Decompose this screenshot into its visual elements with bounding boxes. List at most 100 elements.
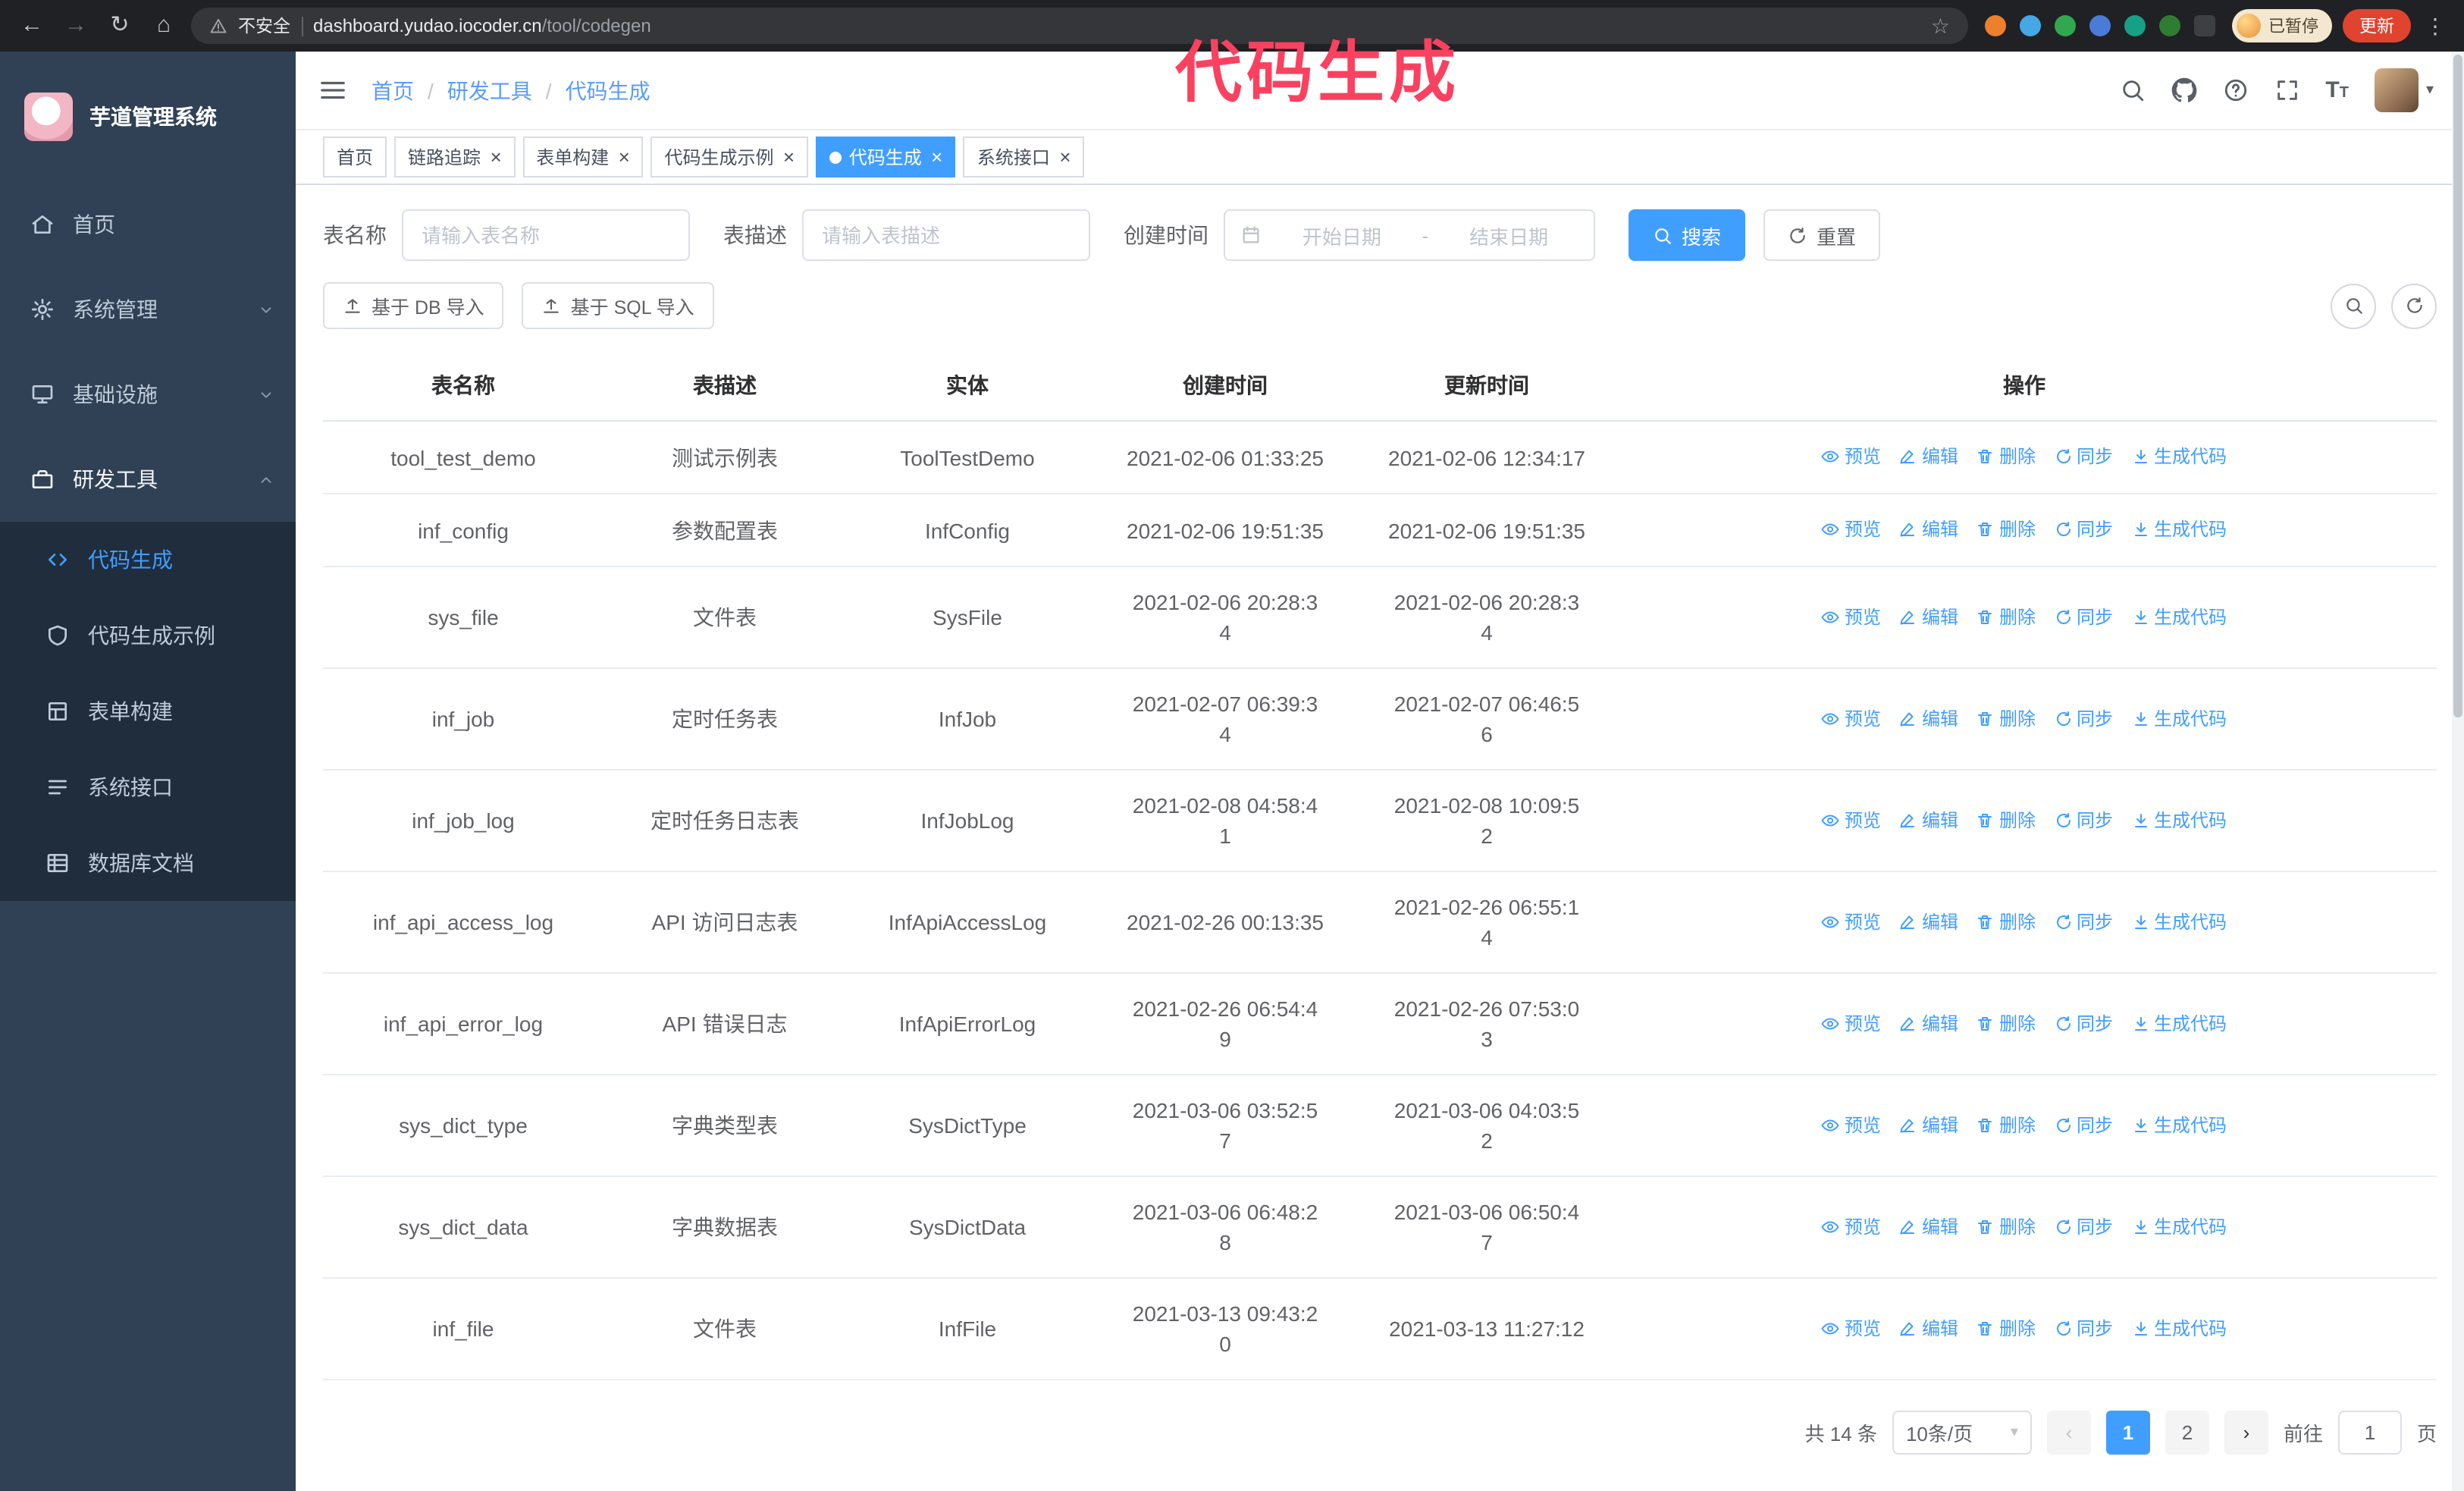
op-delete-link[interactable]: 删除 xyxy=(1977,805,2036,835)
op-sync-link[interactable]: 同步 xyxy=(2054,805,2113,835)
extension-icon[interactable] xyxy=(1985,15,2006,36)
op-generate-link[interactable]: 生成代码 xyxy=(2131,1313,2227,1343)
op-sync-link[interactable]: 同步 xyxy=(2054,906,2113,937)
op-preview-link[interactable]: 预览 xyxy=(1822,906,1881,937)
op-sync-link[interactable]: 同步 xyxy=(2054,514,2113,545)
extension-icon[interactable] xyxy=(2089,15,2111,36)
op-edit-link[interactable]: 编辑 xyxy=(1899,441,1958,472)
op-sync-link[interactable]: 同步 xyxy=(2054,1110,2113,1140)
op-preview-link[interactable]: 预览 xyxy=(1822,1110,1881,1140)
op-generate-link[interactable]: 生成代码 xyxy=(2131,1008,2227,1038)
next-page-button[interactable]: › xyxy=(2224,1411,2268,1455)
op-preview-link[interactable]: 预览 xyxy=(1822,1313,1881,1343)
refresh-table-button[interactable] xyxy=(2391,283,2437,328)
op-delete-link[interactable]: 删除 xyxy=(1977,703,2036,733)
sidebar-subitem-codegen-example[interactable]: 代码生成示例 xyxy=(0,598,296,673)
sidebar-subitem-form-builder[interactable]: 表单构建 xyxy=(0,673,296,749)
op-sync-link[interactable]: 同步 xyxy=(2054,1313,2113,1343)
extension-icon[interactable] xyxy=(2020,15,2041,36)
sidebar-subitem-db-doc[interactable]: 数据库文档 xyxy=(0,825,296,901)
op-generate-link[interactable]: 生成代码 xyxy=(2131,441,2227,472)
browser-menu-icon[interactable]: ⋮ xyxy=(2422,13,2449,39)
app-logo[interactable]: 芋道管理系统 xyxy=(0,52,296,182)
extension-icon[interactable] xyxy=(2055,15,2076,36)
goto-page-input[interactable] xyxy=(2337,1411,2402,1455)
scrollbar-thumb[interactable] xyxy=(2453,55,2462,717)
op-preview-link[interactable]: 预览 xyxy=(1822,441,1881,472)
tag-close-icon[interactable]: × xyxy=(783,147,795,167)
sidebar-item-home[interactable]: 首页 xyxy=(0,182,296,267)
op-sync-link[interactable]: 同步 xyxy=(2054,1211,2113,1241)
extension-icon[interactable] xyxy=(2194,15,2215,36)
fullscreen-icon[interactable] xyxy=(2274,77,2299,103)
import-sql-button[interactable]: 基于 SQL 导入 xyxy=(522,282,714,329)
help-icon[interactable] xyxy=(2222,77,2248,103)
toggle-search-button[interactable] xyxy=(2331,283,2376,328)
tag-close-icon[interactable]: × xyxy=(618,147,629,167)
date-range-picker[interactable]: 开始日期 - 结束日期 xyxy=(1224,209,1595,261)
sidebar-item-system[interactable]: 系统管理 xyxy=(0,267,296,352)
tag-首页[interactable]: 首页 xyxy=(323,137,387,177)
user-avatar[interactable] xyxy=(2374,68,2419,112)
profile-badge[interactable]: 已暂停 xyxy=(2232,9,2332,42)
op-edit-link[interactable]: 编辑 xyxy=(1899,906,1958,937)
op-delete-link[interactable]: 删除 xyxy=(1977,906,2036,937)
tag-close-icon[interactable]: × xyxy=(1059,147,1071,167)
sidebar-item-infra[interactable]: 基础设施 xyxy=(0,352,296,437)
home-button[interactable]: ⌂ xyxy=(147,0,180,52)
op-edit-link[interactable]: 编辑 xyxy=(1899,805,1958,835)
op-sync-link[interactable]: 同步 xyxy=(2054,703,2113,733)
op-edit-link[interactable]: 编辑 xyxy=(1899,1008,1958,1038)
op-preview-link[interactable]: 预览 xyxy=(1822,1008,1881,1038)
op-generate-link[interactable]: 生成代码 xyxy=(2131,703,2227,733)
tag-close-icon[interactable]: × xyxy=(931,147,942,167)
prev-page-button[interactable]: ‹ xyxy=(2046,1411,2091,1455)
extension-icon[interactable] xyxy=(2124,15,2146,36)
forward-button[interactable]: → xyxy=(59,0,92,52)
page-size-select[interactable]: 10条/页 ▾ xyxy=(1892,1411,2032,1455)
op-edit-link[interactable]: 编辑 xyxy=(1899,514,1958,545)
back-button[interactable]: ← xyxy=(15,0,49,52)
breadcrumb-item-devtools[interactable]: 研发工具 xyxy=(447,75,532,105)
op-edit-link[interactable]: 编辑 xyxy=(1899,703,1958,733)
bookmark-star-icon[interactable]: ☆ xyxy=(1931,13,1950,39)
op-delete-link[interactable]: 删除 xyxy=(1977,514,2036,545)
op-generate-link[interactable]: 生成代码 xyxy=(2131,1211,2227,1241)
search-icon[interactable] xyxy=(2119,77,2145,103)
address-bar[interactable]: 不安全 dashboard.yudao.iocoder.cn/tool/code… xyxy=(191,8,1968,44)
reset-button[interactable]: 重置 xyxy=(1763,209,1881,261)
op-delete-link[interactable]: 删除 xyxy=(1977,1313,2036,1343)
op-delete-link[interactable]: 删除 xyxy=(1977,601,2036,632)
tag-代码生成[interactable]: 代码生成 × xyxy=(815,137,956,177)
page-scrollbar[interactable] xyxy=(2452,52,2464,1491)
op-delete-link[interactable]: 删除 xyxy=(1977,1110,2036,1140)
import-db-button[interactable]: 基于 DB 导入 xyxy=(323,282,504,329)
table-name-input[interactable] xyxy=(402,209,690,261)
fontsize-icon[interactable]: TT xyxy=(2325,77,2349,103)
op-generate-link[interactable]: 生成代码 xyxy=(2131,601,2227,632)
op-edit-link[interactable]: 编辑 xyxy=(1899,601,1958,632)
op-preview-link[interactable]: 预览 xyxy=(1822,514,1881,545)
user-menu[interactable]: ▾ xyxy=(2374,68,2434,112)
op-generate-link[interactable]: 生成代码 xyxy=(2131,1110,2227,1140)
op-sync-link[interactable]: 同步 xyxy=(2054,601,2113,632)
page-button-2[interactable]: 2 xyxy=(2165,1411,2209,1455)
op-preview-link[interactable]: 预览 xyxy=(1822,805,1881,835)
tag-表单构建[interactable]: 表单构建 × xyxy=(522,137,644,177)
op-edit-link[interactable]: 编辑 xyxy=(1899,1211,1958,1241)
op-edit-link[interactable]: 编辑 xyxy=(1899,1313,1958,1343)
op-generate-link[interactable]: 生成代码 xyxy=(2131,805,2227,835)
sidebar-subitem-system-api[interactable]: 系统接口 xyxy=(0,749,296,825)
op-delete-link[interactable]: 删除 xyxy=(1977,1211,2036,1241)
op-preview-link[interactable]: 预览 xyxy=(1822,601,1881,632)
search-button[interactable]: 搜索 xyxy=(1629,209,1746,261)
breadcrumb-item-home[interactable]: 首页 xyxy=(371,75,414,105)
reload-button[interactable]: ↻ xyxy=(103,0,136,52)
op-sync-link[interactable]: 同步 xyxy=(2054,1008,2113,1038)
tag-close-icon[interactable]: × xyxy=(490,147,501,167)
sidebar-subitem-codegen[interactable]: 代码生成 xyxy=(0,522,296,598)
update-button[interactable]: 更新 xyxy=(2343,9,2411,42)
extension-icon[interactable] xyxy=(2159,15,2180,36)
table-desc-input[interactable] xyxy=(802,209,1090,261)
op-delete-link[interactable]: 删除 xyxy=(1977,441,2036,472)
